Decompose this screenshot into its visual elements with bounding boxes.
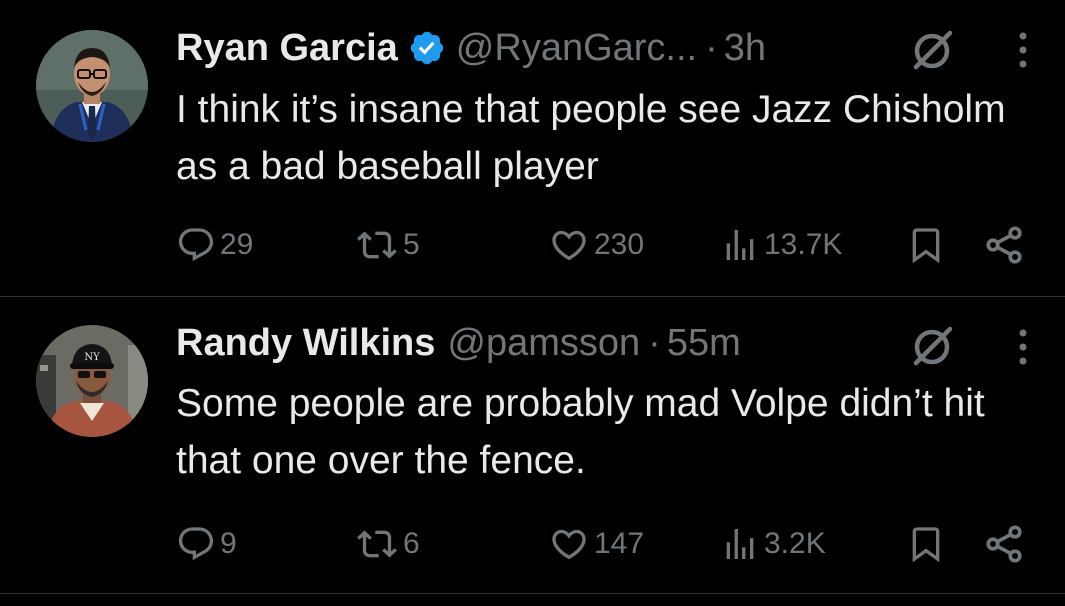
separator-dot: ·	[705, 26, 718, 69]
tweet-text: I think it’s insane that people see Jazz…	[176, 88, 1006, 188]
action-bar: 29 5 230 13.7K	[0, 220, 1065, 270]
grok-slash-icon[interactable]	[904, 21, 960, 77]
tweet[interactable]: Ryan Garcia @RyanGarc... · 3h I think it…	[0, 0, 1065, 296]
views-button[interactable]: 3.2K	[720, 519, 826, 569]
bookmark-icon	[912, 228, 940, 264]
more-options-icon[interactable]	[1013, 327, 1033, 367]
grok-slash-icon[interactable]	[904, 317, 960, 373]
share-icon	[986, 226, 1022, 264]
tweet-header: Ryan Garcia @RyanGarc... · 3h	[176, 24, 766, 72]
more-options-icon[interactable]	[1013, 30, 1033, 70]
tweet-text: Some people are probably mad Volpe didn’…	[176, 382, 985, 482]
share-button[interactable]	[982, 220, 1026, 270]
repost-arrows-icon	[357, 231, 397, 259]
share-icon	[986, 525, 1022, 563]
tweet-header: Randy Wilkins @pamsson · 55m	[176, 319, 741, 367]
tweet-divider	[0, 593, 1065, 594]
heart-icon	[552, 529, 586, 560]
user-handle[interactable]: @pamsson	[447, 322, 640, 365]
user-handle[interactable]: @RyanGarc...	[456, 27, 697, 70]
verified-badge-icon	[408, 29, 446, 67]
avatar[interactable]: NY	[36, 325, 148, 437]
separator-dot: ·	[648, 321, 661, 364]
speech-bubble-icon	[178, 527, 214, 561]
heart-icon	[552, 230, 586, 261]
svg-text:NY: NY	[84, 352, 100, 363]
reply-count: 29	[220, 228, 254, 261]
repost-button[interactable]: 6	[355, 519, 420, 569]
reply-button[interactable]: 29	[176, 220, 253, 270]
timestamp[interactable]: 3h	[724, 27, 766, 70]
like-button[interactable]: 147	[548, 519, 644, 569]
share-button[interactable]	[982, 519, 1026, 569]
display-name[interactable]: Randy Wilkins	[176, 322, 435, 365]
like-count: 230	[594, 228, 645, 261]
views-button[interactable]: 13.7K	[720, 220, 842, 270]
bar-chart-icon	[726, 529, 754, 559]
bar-chart-icon	[726, 230, 754, 260]
bookmark-button[interactable]	[906, 220, 946, 270]
bookmark-icon	[912, 527, 940, 563]
like-button[interactable]: 230	[548, 220, 644, 270]
view-count: 13.7K	[764, 228, 843, 261]
bookmark-button[interactable]	[906, 519, 946, 569]
repost-arrows-icon	[357, 530, 397, 558]
reply-count: 9	[220, 527, 237, 560]
like-count: 147	[594, 527, 645, 560]
repost-count: 6	[403, 527, 420, 560]
view-count: 3.2K	[764, 527, 826, 560]
reply-button[interactable]: 9	[176, 519, 237, 569]
display-name[interactable]: Ryan Garcia	[176, 27, 398, 70]
speech-bubble-icon	[178, 228, 214, 262]
avatar[interactable]	[36, 30, 148, 142]
repost-button[interactable]: 5	[355, 220, 420, 270]
tweet[interactable]: NY Randy Wilkins @pamsson · 55m Some peo…	[0, 297, 1065, 593]
timestamp[interactable]: 55m	[667, 322, 741, 365]
action-bar: 9 6 147 3.2K	[0, 519, 1065, 569]
repost-count: 5	[403, 228, 420, 261]
